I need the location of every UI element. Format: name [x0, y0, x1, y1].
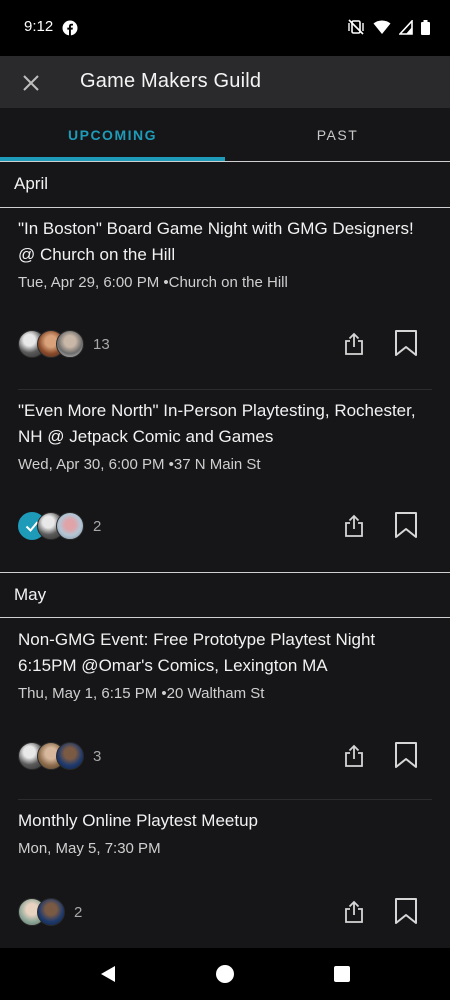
attendee-avatars[interactable]: 2: [18, 898, 82, 926]
nav-recents-button[interactable]: [330, 962, 354, 986]
event-datetime-location: Thu, May 1, 6:15 PM •20 Waltham St: [18, 685, 265, 702]
status-bar: 9:12: [0, 0, 450, 56]
battery-icon: [421, 19, 430, 35]
attendee-avatars[interactable]: 13: [18, 330, 110, 358]
nav-home-button[interactable]: [213, 962, 237, 986]
facebook-icon: [62, 20, 78, 36]
tab-bar: UPCOMING PAST: [0, 108, 450, 162]
tab-past[interactable]: PAST: [225, 108, 450, 161]
share-button[interactable]: [340, 742, 368, 770]
event-title[interactable]: "In Boston" Board Game Night with GMG De…: [18, 216, 418, 268]
recents-square-icon: [334, 966, 350, 982]
back-triangle-icon: [101, 966, 115, 982]
event-card[interactable]: Non-GMG Event: Free Prototype Playtest N…: [0, 618, 450, 800]
attendee-avatars[interactable]: 3: [18, 742, 101, 770]
event-datetime-location: Tue, Apr 29, 6:00 PM •Church on the Hill: [18, 274, 288, 291]
nav-back-button[interactable]: [96, 962, 120, 986]
event-datetime-location: Wed, Apr 30, 6:00 PM •37 N Main St: [18, 456, 261, 473]
share-icon: [345, 514, 363, 537]
month-label: April: [14, 174, 49, 193]
share-button[interactable]: [340, 512, 368, 540]
event-card[interactable]: "In Boston" Board Game Night with GMG De…: [0, 208, 450, 390]
event-title[interactable]: Non-GMG Event: Free Prototype Playtest N…: [18, 627, 418, 679]
home-circle-icon: [216, 965, 234, 983]
attendee-count: 3: [93, 747, 102, 765]
event-datetime-location: Mon, May 5, 7:30 PM: [18, 840, 161, 857]
bookmark-button[interactable]: [392, 896, 420, 926]
bookmark-icon: [395, 898, 417, 924]
avatar: [56, 742, 84, 770]
month-header-april: April: [0, 162, 450, 208]
avatar: [56, 512, 84, 540]
share-icon: [345, 900, 363, 923]
app-bar: Game Makers Guild: [0, 56, 450, 108]
bookmark-icon: [395, 742, 417, 768]
attendee-count: 2: [74, 903, 83, 921]
close-icon: [23, 75, 39, 91]
avatar: [37, 898, 65, 926]
attendee-count: 13: [93, 335, 110, 353]
share-button[interactable]: [340, 898, 368, 926]
system-nav-bar: [0, 948, 450, 1000]
bookmark-icon: [395, 330, 417, 356]
active-tab-indicator: [0, 157, 225, 161]
wifi-icon: [373, 20, 391, 34]
status-icons: [347, 19, 430, 35]
cell-signal-icon: [399, 19, 413, 35]
attendee-count: 2: [93, 517, 102, 535]
share-icon: [345, 332, 363, 355]
bookmark-button[interactable]: [392, 740, 420, 770]
month-label: May: [14, 585, 47, 604]
bookmark-button[interactable]: [392, 328, 420, 358]
avatar: [56, 330, 84, 358]
event-card[interactable]: "Even More North" In-Person Playtesting,…: [0, 390, 450, 572]
page-title: Game Makers Guild: [80, 70, 262, 92]
vibrate-muted-icon: [348, 19, 364, 35]
event-title[interactable]: "Even More North" In-Person Playtesting,…: [18, 398, 418, 450]
share-icon: [345, 744, 363, 767]
status-time: 9:12: [24, 18, 54, 35]
bookmark-icon: [395, 512, 417, 538]
event-card[interactable]: Monthly Online Playtest Meetup Mon, May …: [0, 800, 450, 948]
month-header-may: May: [0, 572, 450, 618]
share-button[interactable]: [340, 330, 368, 358]
event-list[interactable]: April "In Boston" Board Game Night with …: [0, 162, 450, 948]
bookmark-button[interactable]: [392, 510, 420, 540]
attendee-avatars[interactable]: 2: [18, 512, 101, 540]
tab-upcoming[interactable]: UPCOMING: [0, 108, 225, 161]
event-title[interactable]: Monthly Online Playtest Meetup: [18, 808, 418, 834]
close-button[interactable]: [14, 66, 48, 100]
